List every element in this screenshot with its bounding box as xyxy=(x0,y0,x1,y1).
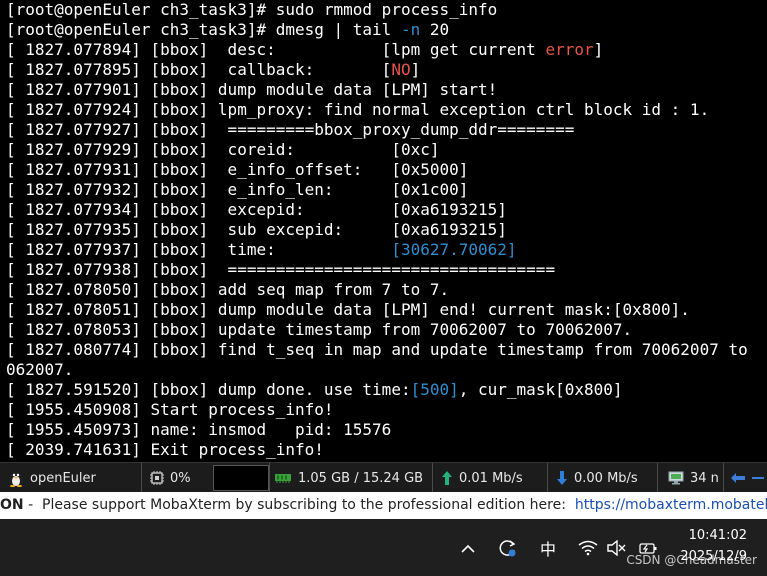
terminal-line: [ 1827.077894] [bbox] desc: [lpm get cur… xyxy=(6,40,603,60)
terminal-text: NO xyxy=(391,60,411,79)
terminal-text: [30627.70062] xyxy=(391,240,517,259)
terminal-text: [ 1955.450908] Start process_info! xyxy=(6,400,334,419)
terminal-text: [ 1827.077932] [bbox] e_info_len: [0x1c0… xyxy=(6,180,469,199)
linux-tux-icon xyxy=(8,469,24,487)
terminal-text: ] xyxy=(593,40,604,59)
terminal-text: [root@openEuler ch3_task3]# sudo rmmod p… xyxy=(6,0,498,19)
input-method-indicator[interactable]: 中 xyxy=(537,537,559,559)
terminal-text: [ 1827.078053] [bbox] update timestamp f… xyxy=(6,320,633,339)
terminal-line: [ 1955.450973] name: insmod pid: 15576 xyxy=(6,420,391,440)
monitor-icon xyxy=(668,471,684,485)
terminal-line: [ 1827.077935] [bbox] sub excepid: [0xa6… xyxy=(6,220,507,240)
terminal-text: [500] xyxy=(410,380,459,399)
terminal-text: [ 1955.450973] name: insmod pid: 15576 xyxy=(6,420,392,439)
terminal-text: [ 2039.741631] Exit process_info! xyxy=(6,440,324,459)
download-segment[interactable]: 0.00 Mb/s xyxy=(548,463,658,493)
terminal-text: [ 1827.078050] [bbox] add seq map from 7… xyxy=(6,280,450,299)
banner-link[interactable]: https://mobaxterm.mobatek.net xyxy=(575,497,767,513)
terminal-text: [ 1827.077924] [bbox] lpm_proxy: find no… xyxy=(6,100,710,119)
cpu-segment[interactable]: 0% xyxy=(142,463,270,493)
arrow-left-icon[interactable] xyxy=(730,472,746,484)
terminal-text: [ 1827.077935] [bbox] sub excepid: [0xa6… xyxy=(6,220,507,239)
terminal-line: [ 1827.077938] [bbox] ==================… xyxy=(6,260,555,280)
terminal-line: [ 1827.077932] [bbox] e_info_len: [0x1c0… xyxy=(6,180,468,200)
terminal-line: [ 1827.078051] [bbox] dump module data [… xyxy=(6,300,690,320)
terminal-text: [ 1827.077934] [bbox] excepid: [0xa61932… xyxy=(6,200,507,219)
ping-segment[interactable]: 34 n xyxy=(658,463,724,493)
terminal-text: [ 1827.591520] [bbox] dump done. use tim… xyxy=(6,380,411,399)
support-banner: ON - Please support MobaXterm by subscri… xyxy=(0,492,767,519)
banner-message: Please support MobaXterm by subscribing … xyxy=(42,497,566,513)
terminal-text: [ 1827.077937] [bbox] time: xyxy=(6,240,392,259)
terminal-line: [ 1827.077924] [bbox] lpm_proxy: find no… xyxy=(6,100,709,120)
terminal-text: error xyxy=(545,40,594,59)
terminal-line: [ 1827.077895] [bbox] callback: [NO] xyxy=(6,60,420,80)
terminal-line: [ 1827.077934] [bbox] excepid: [0xa61932… xyxy=(6,200,507,220)
terminal-text: [ 1827.077931] [bbox] e_info_offset: [0x… xyxy=(6,160,469,179)
chevron-up-icon[interactable] xyxy=(457,537,479,559)
terminal-output[interactable]: [root@openEuler ch3_task3]# sudo rmmod p… xyxy=(0,0,767,462)
memory-segment[interactable]: 1.05 GB / 15.24 GB xyxy=(270,463,433,493)
windows-taskbar: 中 10:41:02 2025/12/9 CSDN @Cheadmaster xyxy=(0,519,767,576)
banner-brand: ON xyxy=(0,497,24,513)
terminal-text: 20 xyxy=(420,20,450,39)
terminal-line: [ 1827.591520] [bbox] dump done. use tim… xyxy=(6,380,623,400)
terminal-text: [ 1827.078051] [bbox] dump module data [… xyxy=(6,300,690,319)
download-value: 0.00 Mb/s xyxy=(574,470,638,486)
csdn-watermark: CSDN @Cheadmaster xyxy=(626,553,757,567)
terminal-text: 062007. xyxy=(6,360,74,379)
terminal-line: [ 1955.450908] Start process_info! xyxy=(6,400,334,420)
sync-icon[interactable] xyxy=(497,537,519,559)
upload-value: 0.01 Mb/s xyxy=(459,470,523,486)
terminal-text: , cur_mask[0x800] xyxy=(458,380,623,399)
terminal-line: [ 1827.077929] [bbox] coreid: [0xc] xyxy=(6,140,439,160)
terminal-line: [ 2039.741631] Exit process_info! xyxy=(6,440,324,460)
cpu-graph xyxy=(212,465,269,491)
memory-value: 1.05 GB / 15.24 GB xyxy=(298,470,424,486)
terminal-line: [ 1827.078053] [bbox] update timestamp f… xyxy=(6,320,632,340)
terminal-line: [root@openEuler ch3_task3]# sudo rmmod p… xyxy=(6,0,497,20)
terminal-line: [ 1827.077901] [bbox] dump module data [… xyxy=(6,80,497,100)
terminal-line: [ 1827.078050] [bbox] add seq map from 7… xyxy=(6,280,449,300)
cpu-value: 0% xyxy=(170,470,191,486)
os-segment[interactable]: openEuler xyxy=(0,463,142,493)
wifi-icon[interactable] xyxy=(577,537,599,559)
terminal-line: [ 1827.077927] [bbox] =========bbox_prox… xyxy=(6,120,574,140)
ping-value: 34 n xyxy=(690,470,719,486)
statusbar-nav[interactable] xyxy=(724,463,767,493)
upload-arrow-icon xyxy=(441,470,453,486)
terminal-line: [ 1827.077931] [bbox] e_info_offset: [0x… xyxy=(6,160,468,180)
terminal-line: 062007. xyxy=(6,360,73,380)
speaker-muted-icon[interactable] xyxy=(605,537,627,559)
status-bar: openEuler 0% 1.05 GB / 15.24 GB 0.01 Mb/… xyxy=(0,462,767,493)
upload-segment[interactable]: 0.01 Mb/s xyxy=(433,463,548,493)
terminal-text: [root@openEuler ch3_task3]# dmesg | tail xyxy=(6,20,401,39)
download-arrow-icon xyxy=(556,470,568,486)
banner-separator: - xyxy=(23,497,38,513)
terminal-text: [ 1827.077894] [bbox] desc: [lpm get cur… xyxy=(6,40,546,59)
terminal-line: [root@openEuler ch3_task3]# dmesg | tail… xyxy=(6,20,449,40)
terminal-text: [ 1827.077901] [bbox] dump module data [… xyxy=(6,80,498,99)
terminal-text: -n xyxy=(400,20,421,39)
terminal-text: [ 1827.077927] [bbox] =========bbox_prox… xyxy=(6,120,575,139)
terminal-text: [ 1827.077938] [bbox] ==================… xyxy=(6,260,556,279)
os-name: openEuler xyxy=(30,470,96,486)
terminal-text: [ 1827.080774] [bbox] find t_seq in map … xyxy=(6,340,748,359)
terminal-line: [ 1827.077937] [bbox] time: [30627.70062… xyxy=(6,240,517,260)
terminal-text: [ 1827.077929] [bbox] coreid: [0xc] xyxy=(6,140,440,159)
terminal-line: [ 1827.080774] [bbox] find t_seq in map … xyxy=(6,340,748,360)
clock-time[interactable]: 10:41:02 xyxy=(689,528,747,543)
memory-chip-icon xyxy=(274,472,292,484)
divider-icon xyxy=(752,477,764,479)
cpu-icon xyxy=(150,471,164,485)
terminal-text: [ 1827.077895] [bbox] callback: [ xyxy=(6,60,392,79)
terminal-text: ] xyxy=(410,60,421,79)
